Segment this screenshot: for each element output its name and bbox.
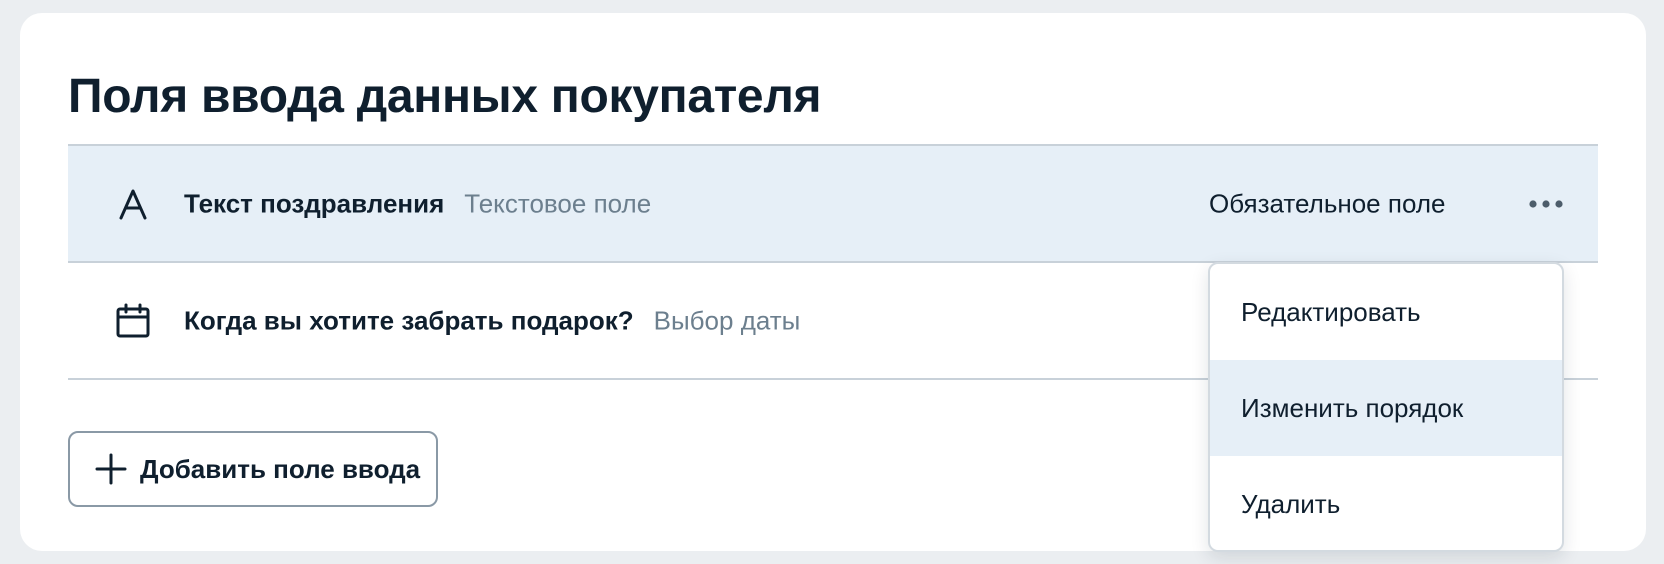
required-field-label: Обязательное поле [1209,188,1446,218]
menu-item-delete[interactable]: Удалить [1210,456,1562,550]
page-title: Поля ввода данных покупателя [68,70,822,123]
menu-item-edit[interactable]: Редактировать [1210,264,1562,360]
field-actions-menu: Редактировать Изменить порядок Удалить [1208,262,1564,552]
text-field-icon [112,183,154,225]
more-actions-button[interactable] [1516,182,1576,226]
calendar-icon [112,300,154,342]
field-name-text: Текст поздравления [184,188,445,218]
more-dots-icon [1529,199,1563,208]
field-name: Когда вы хотите забрать подарок? Выбор да… [184,305,800,336]
field-row-greeting-text[interactable]: Текст поздравления Текстовое поле Обязате… [68,146,1598,263]
field-name: Текст поздравления Текстовое поле [184,188,651,219]
field-type: Текстовое поле [464,188,652,218]
add-field-button-label: Добавить поле ввода [140,453,421,484]
field-type: Выбор даты [653,305,801,335]
field-name-text: Когда вы хотите забрать подарок? [184,305,634,335]
add-field-button[interactable]: Добавить поле ввода [68,431,438,507]
menu-item-reorder[interactable]: Изменить порядок [1210,360,1562,456]
plus-icon [95,453,127,485]
